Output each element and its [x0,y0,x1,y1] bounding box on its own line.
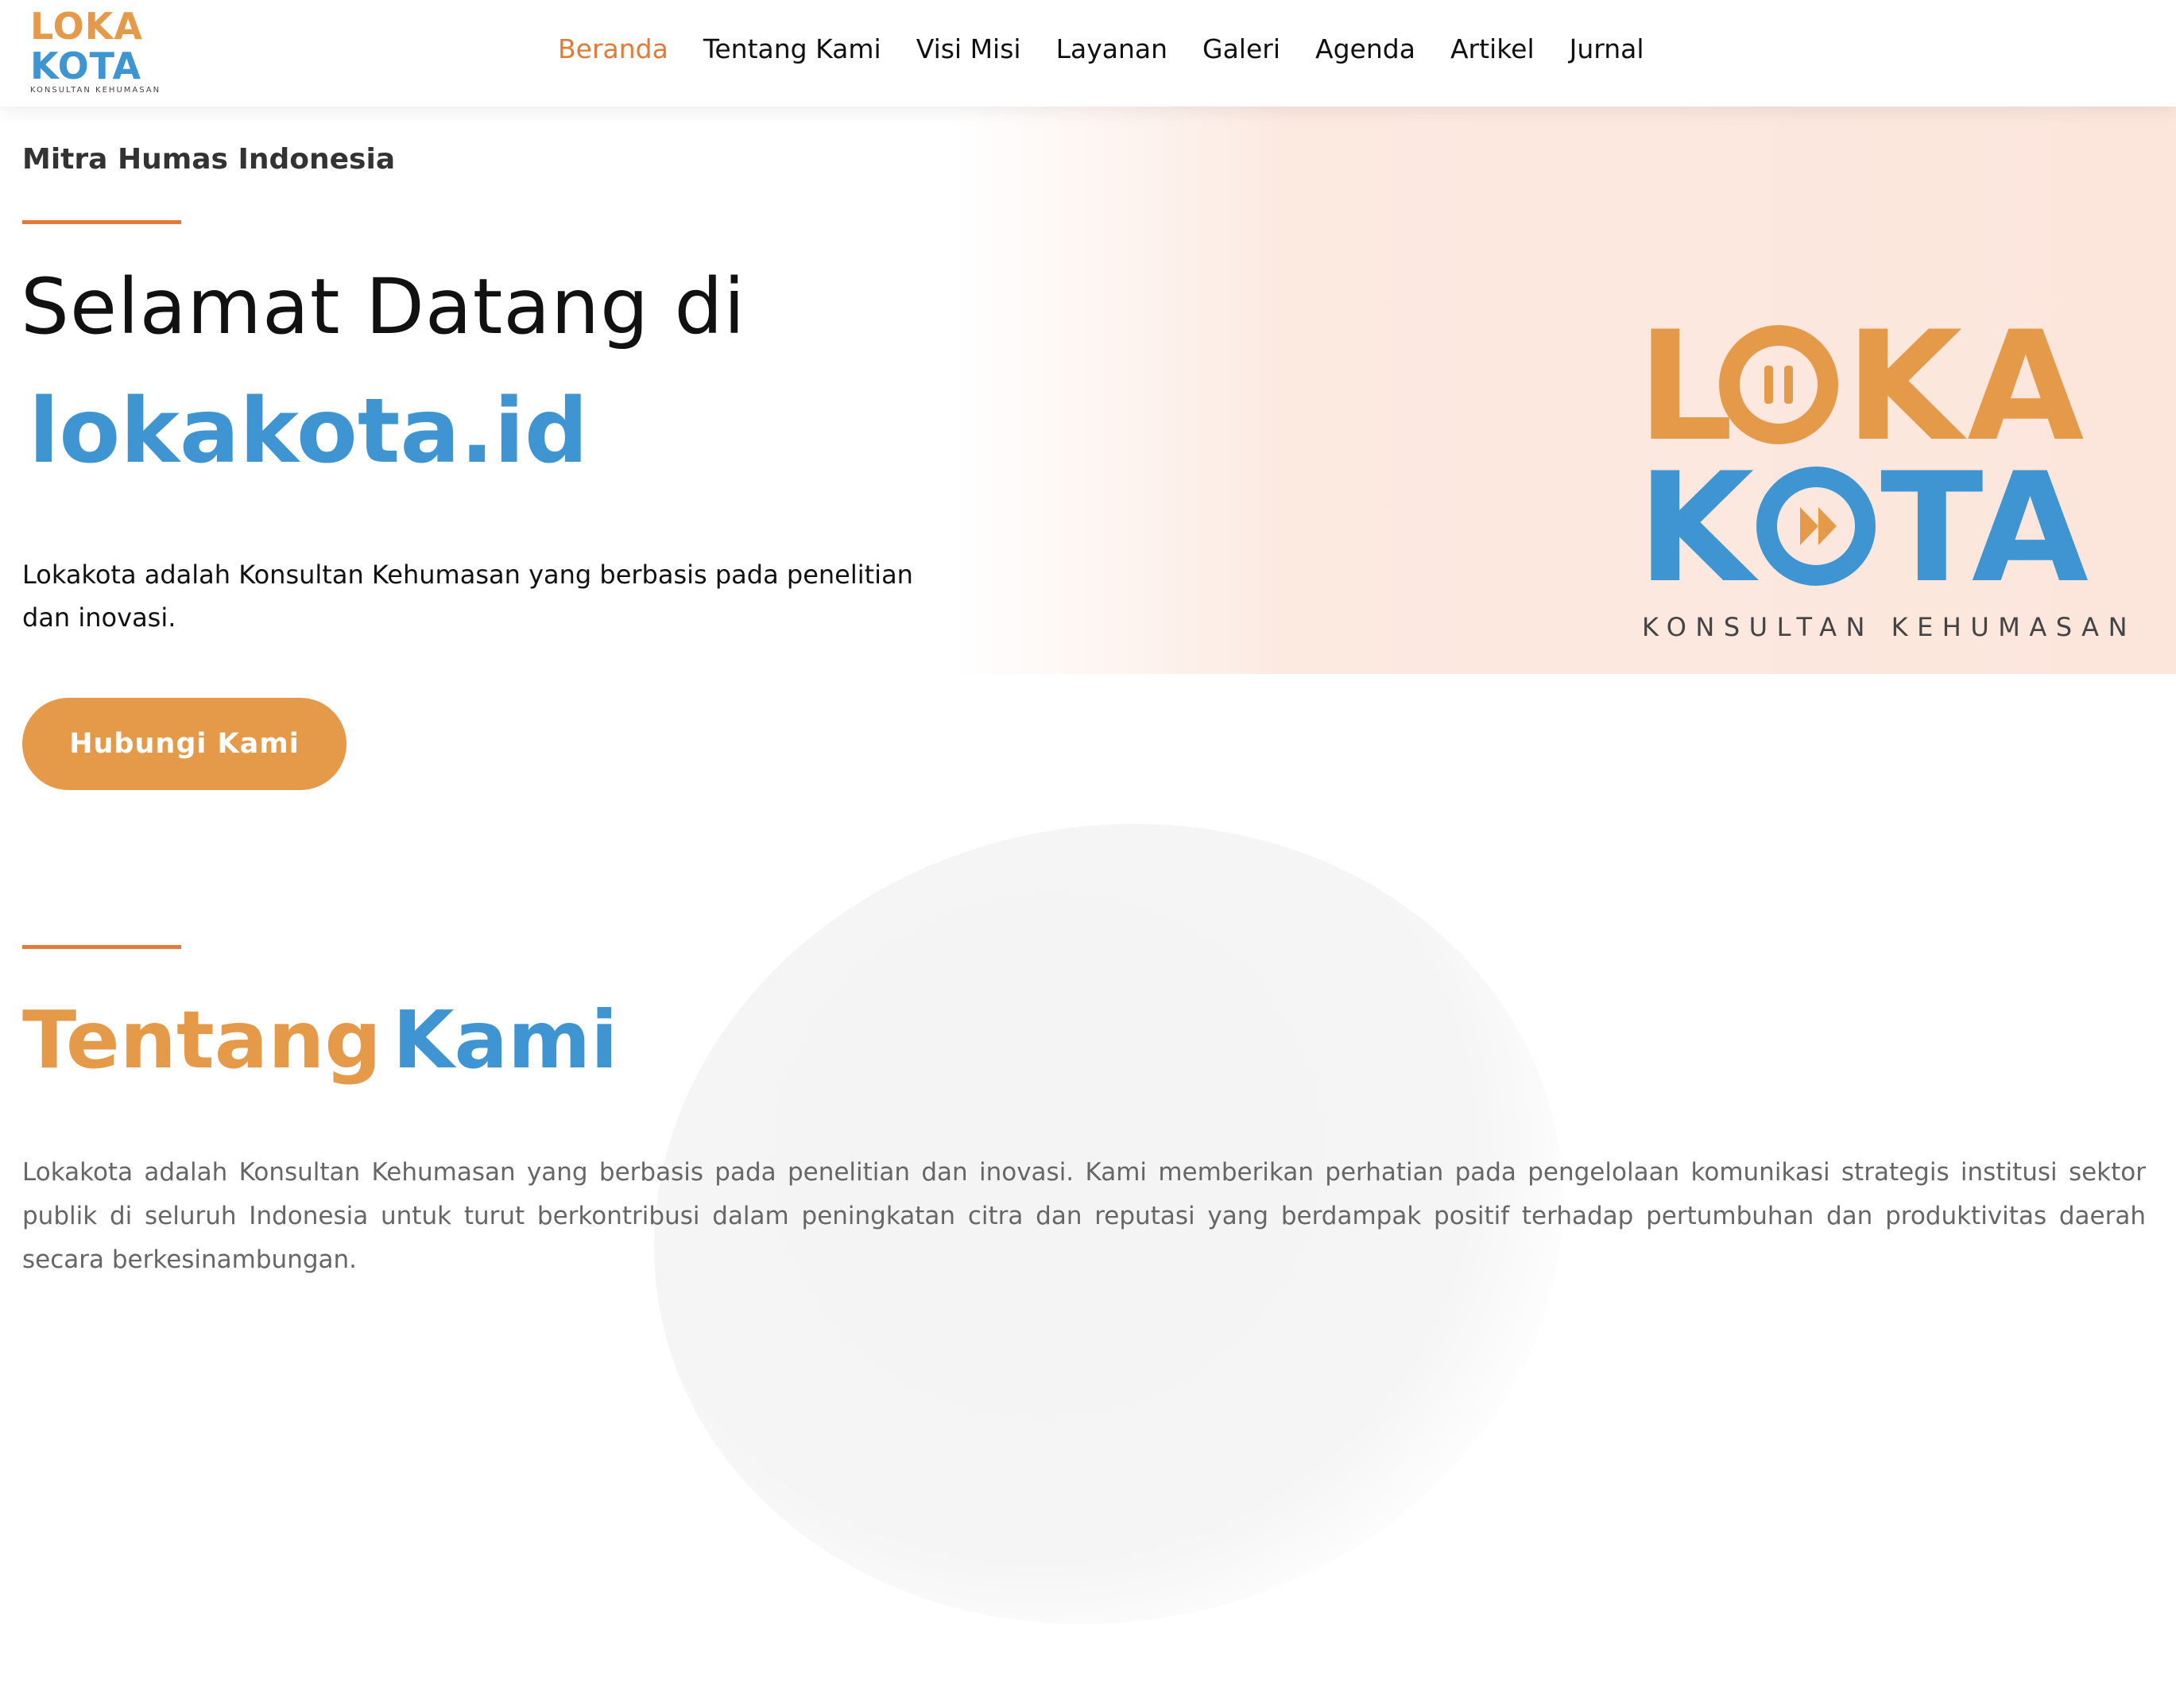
about-divider [22,945,181,949]
logo-tagline: KONSULTAN KEHUMASAN [30,86,161,95]
about-title-part2: Kami [393,993,618,1086]
svg-text:K: K [1637,440,1759,616]
hero-description: Lokakota adalah Konsultan Kehumasan yang… [22,560,913,633]
nav-item-visi-misi[interactable]: Visi Misi [899,27,1039,72]
about-title: Tentang Kami [22,993,618,1086]
logo-word-kota: KOTA [30,45,142,87]
site-header: LOKA KOTA KONSULTAN KEHUMASAN Beranda Te… [0,0,2176,107]
hero-divider [22,220,181,224]
nav-item-galeri[interactable]: Galeri [1185,27,1298,72]
nav-item-artikel[interactable]: Artikel [1433,27,1552,72]
nav-item-beranda[interactable]: Beranda [540,27,686,72]
hero-logo-graphic: L KA K TA [1637,312,2089,616]
logo-word-loka: LOKA [30,5,144,48]
svg-text:TA: TA [1880,440,2089,616]
nav-item-jurnal[interactable]: Jurnal [1552,27,1662,72]
nav-item-tentang-kami[interactable]: Tentang Kami [686,27,899,72]
hero-domain: lokakota.id [29,380,589,483]
hero-logo: L KA K TA KONSULTAN KEHUMASAN [1637,312,2128,645]
site-logo[interactable]: LOKA KOTA KONSULTAN KEHUMASAN [30,5,161,95]
nav-item-agenda[interactable]: Agenda [1298,27,1433,72]
hero-eyebrow: Mitra Humas Indonesia [22,143,396,176]
contact-button[interactable]: Hubungi Kami [22,698,347,790]
about-title-part1: Tentang [22,993,382,1086]
hero-logo-tagline: KONSULTAN KEHUMASAN [1642,612,2136,642]
nav-item-layanan[interactable]: Layanan [1039,27,1185,72]
hero-title: Selamat Datang di [21,262,746,351]
main-nav: Beranda Tentang Kami Visi Misi Layanan G… [540,27,1662,72]
about-text: Lokakota adalah Konsultan Kehumasan yang… [22,1158,2146,1274]
